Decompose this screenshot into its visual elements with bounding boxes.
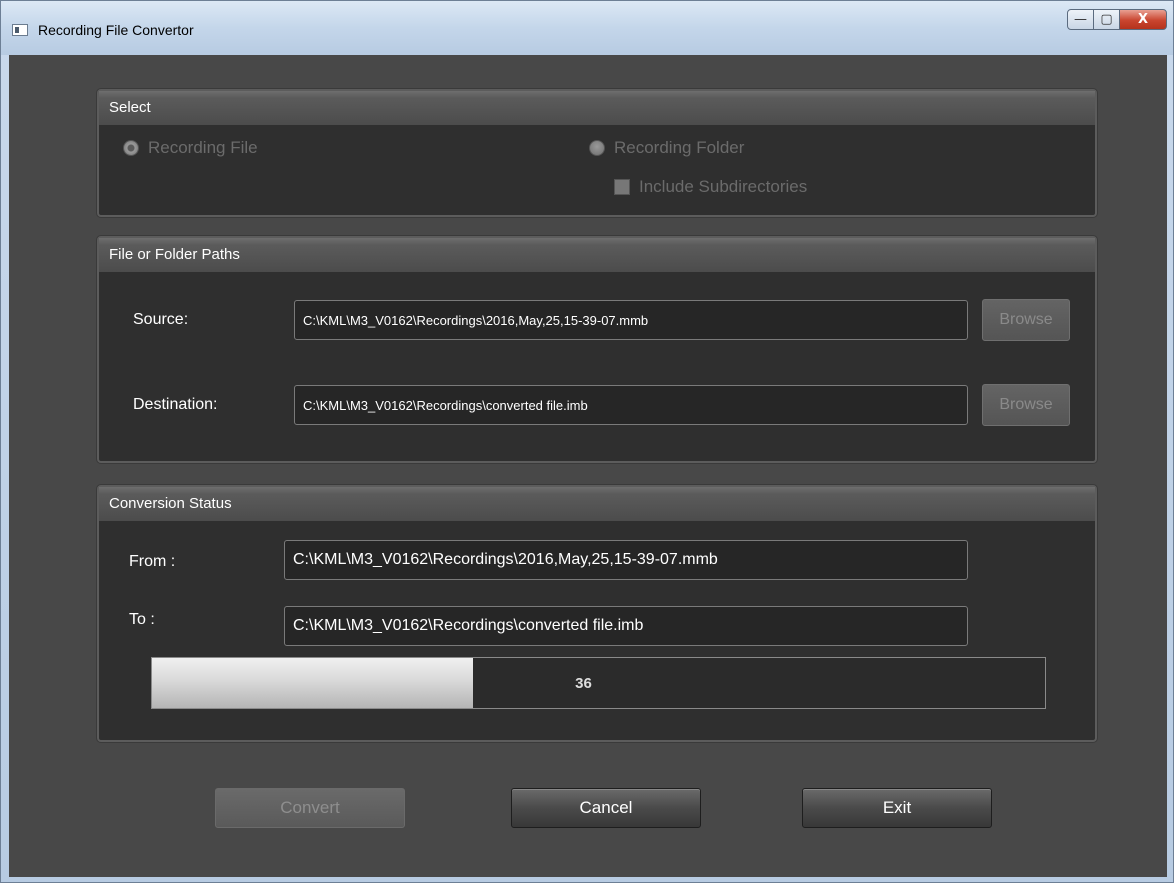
include-subdirectories-checkbox[interactable]: Include Subdirectories (614, 177, 807, 197)
maximize-button[interactable]: ▢ (1093, 9, 1120, 30)
exit-button[interactable]: Exit (802, 788, 992, 828)
to-label: To : (129, 611, 155, 628)
recording-file-label: Recording File (148, 138, 258, 157)
window-title: Recording File Convertor (38, 22, 194, 38)
recording-folder-radio[interactable]: Recording Folder (589, 138, 744, 158)
close-button[interactable]: X (1119, 9, 1167, 30)
checkbox-icon (614, 179, 630, 195)
convert-button[interactable]: Convert (215, 788, 405, 828)
conversion-status-title: Conversion Status (99, 487, 1095, 521)
from-value: C:\KML\M3_V0162\Recordings\2016,May,25,1… (284, 540, 968, 580)
radio-checked-icon (123, 140, 139, 156)
title-bar: Recording File Convertor — ▢ X (1, 1, 1173, 55)
cancel-button[interactable]: Cancel (511, 788, 701, 828)
recording-folder-label: Recording Folder (614, 138, 745, 157)
select-group-title: Select (99, 91, 1095, 125)
window-controls: — ▢ X (1067, 9, 1167, 31)
source-input[interactable]: C:\KML\M3_V0162\Recordings\2016,May,25,1… (294, 300, 968, 340)
radio-unchecked-icon (589, 140, 605, 156)
select-group: Select Recording File Recording Folder I… (97, 89, 1097, 217)
source-browse-button[interactable]: Browse (982, 299, 1070, 341)
source-label: Source: (133, 311, 189, 328)
minimize-button[interactable]: — (1067, 9, 1094, 30)
progress-value: 36 (575, 674, 592, 692)
client-area: Select Recording File Recording Folder I… (9, 55, 1167, 877)
paths-group: File or Folder Paths Source: C:\KML\M3_V… (97, 236, 1097, 463)
app-window: Recording File Convertor — ▢ X Select Re… (0, 0, 1174, 883)
destination-input[interactable]: C:\KML\M3_V0162\Recordings\converted fil… (294, 385, 968, 425)
recording-file-radio[interactable]: Recording File (123, 138, 258, 158)
include-subdirectories-label: Include Subdirectories (639, 177, 808, 196)
conversion-progress-bar: 36 (151, 657, 1046, 709)
to-value: C:\KML\M3_V0162\Recordings\converted fil… (284, 606, 968, 646)
paths-group-title: File or Folder Paths (99, 238, 1095, 272)
destination-label: Destination: (133, 396, 218, 413)
from-label: From : (129, 553, 176, 570)
destination-browse-button[interactable]: Browse (982, 384, 1070, 426)
app-icon (12, 24, 28, 36)
conversion-status-group: Conversion Status From : C:\KML\M3_V0162… (97, 485, 1097, 742)
